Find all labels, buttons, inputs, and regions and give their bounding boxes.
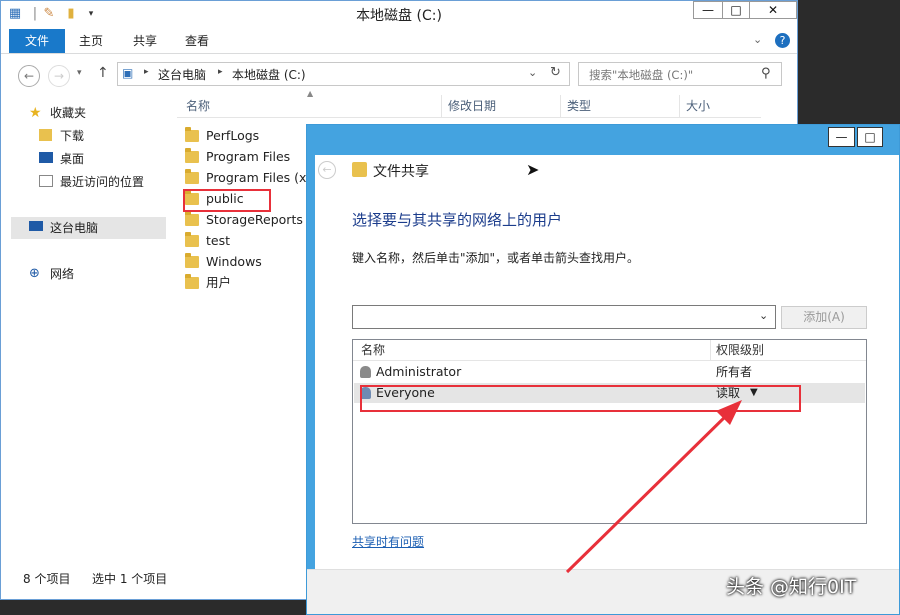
- annotation-arrow: [565, 400, 742, 574]
- watermark: 头条 @知行0IT: [726, 576, 857, 598]
- arrow-shaft: [565, 410, 732, 574]
